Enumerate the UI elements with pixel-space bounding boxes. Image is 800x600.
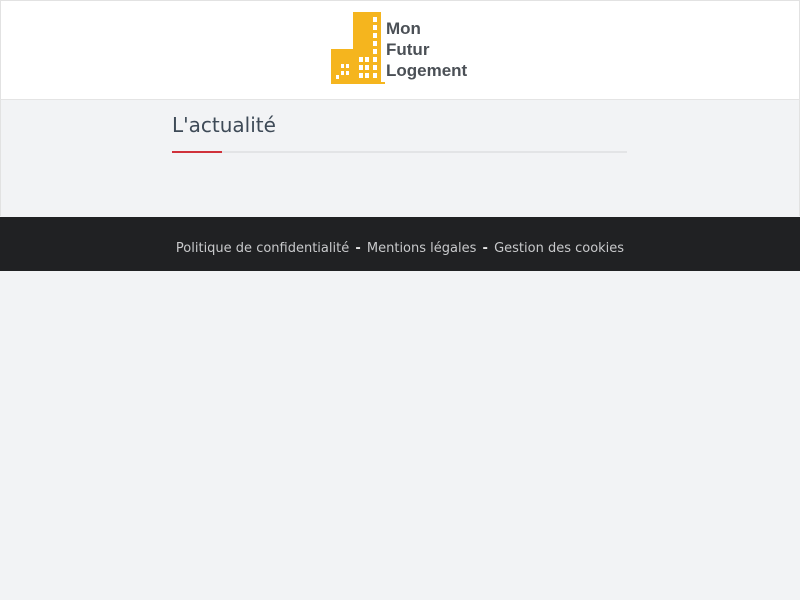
logo-wordmark: Mon Futur Logement: [386, 18, 467, 81]
page-title: L'actualité: [172, 113, 276, 137]
logo-line-2: Futur: [386, 40, 430, 59]
footer-links: Politique de confidentialité - Mentions …: [0, 241, 800, 257]
footer-link-privacy[interactable]: Politique de confidentialité: [176, 241, 349, 256]
title-divider: [172, 151, 627, 153]
footer-link-legal[interactable]: Mentions légales: [367, 241, 476, 256]
footer-link-cookies[interactable]: Gestion des cookies: [494, 241, 624, 256]
footer-separator: -: [355, 241, 361, 256]
site-footer: Politique de confidentialité - Mentions …: [0, 217, 800, 271]
footer-separator: -: [482, 241, 488, 256]
buildings-icon: [331, 12, 385, 84]
site-logo[interactable]: Mon Futur Logement: [329, 12, 489, 84]
logo-line-1: Mon: [386, 19, 421, 38]
logo-line-3: Logement: [386, 61, 468, 80]
title-accent-bar: [172, 151, 222, 153]
site-header: Mon Futur Logement: [0, 0, 800, 100]
main-content: [0, 100, 800, 216]
